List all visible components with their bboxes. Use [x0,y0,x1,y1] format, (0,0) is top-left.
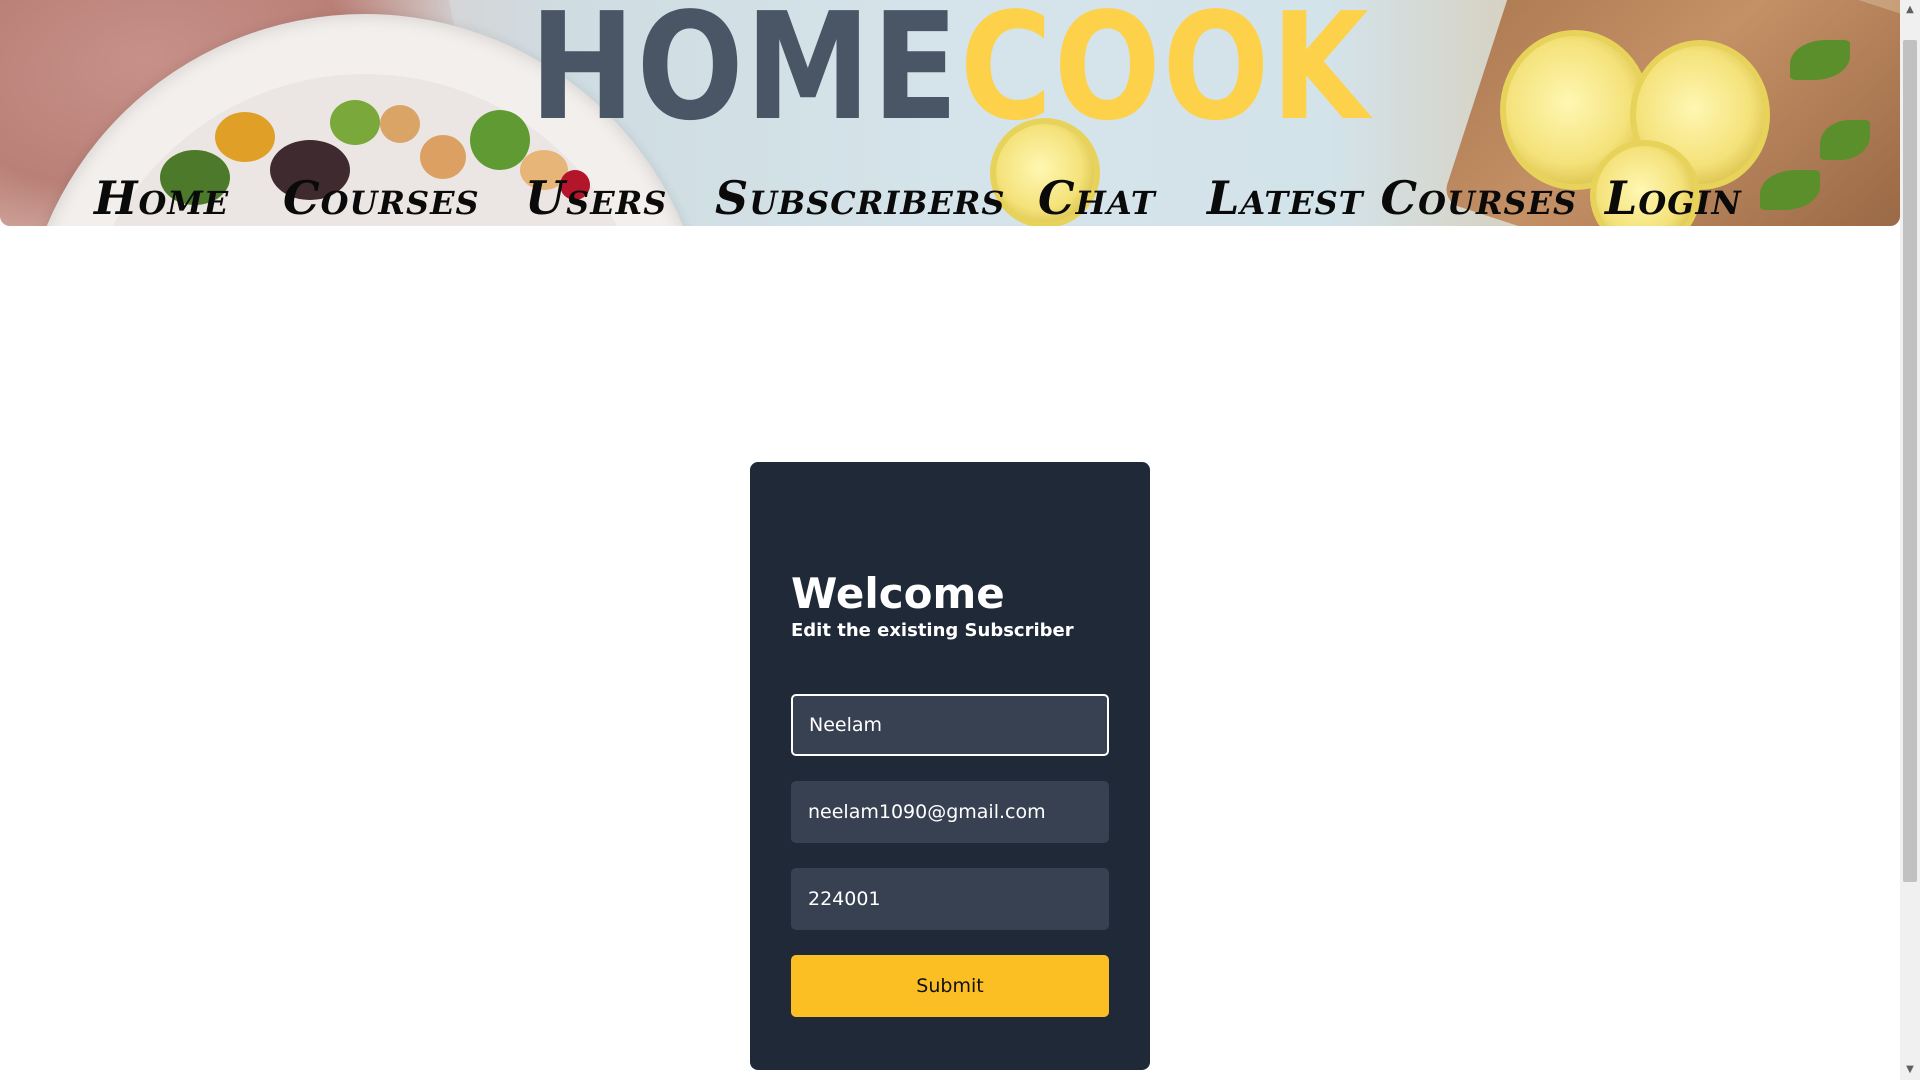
email-input[interactable] [791,781,1109,843]
header-banner: HOMECOOK Home Courses Users Subscribers … [0,0,1900,226]
nav-courses[interactable]: Courses [283,170,480,226]
logo-home-text: HOME [529,0,960,153]
zip-code-input[interactable] [791,868,1109,930]
nav-latest-courses[interactable]: Latest Courses [1207,170,1577,226]
form-subtitle: Edit the existing Subscriber [791,620,1074,641]
scroll-down-arrow-icon[interactable]: ▼ [1900,1060,1920,1080]
nav-subscribers[interactable]: Subscribers [715,170,1005,226]
page-scrollbar[interactable]: ▲ ▼ [1900,0,1920,1080]
edit-subscriber-card: Welcome Edit the existing Subscriber Sub… [750,462,1150,1070]
scrollbar-thumb[interactable] [1903,40,1917,882]
site-logo[interactable]: HOMECOOK [143,0,1758,142]
form-title: Welcome [791,569,1005,618]
nav-login[interactable]: Login [1605,170,1742,226]
nav-chat[interactable]: Chat [1038,170,1156,226]
logo-cook-text: COOK [959,0,1371,153]
main-nav: Home Courses Users Subscribers Chat Late… [0,170,1900,226]
scroll-up-arrow-icon[interactable]: ▲ [1900,0,1920,20]
name-input[interactable] [791,694,1109,756]
nav-users[interactable]: Users [525,170,667,226]
nav-home[interactable]: Home [94,170,229,226]
submit-button[interactable]: Submit [791,955,1109,1017]
